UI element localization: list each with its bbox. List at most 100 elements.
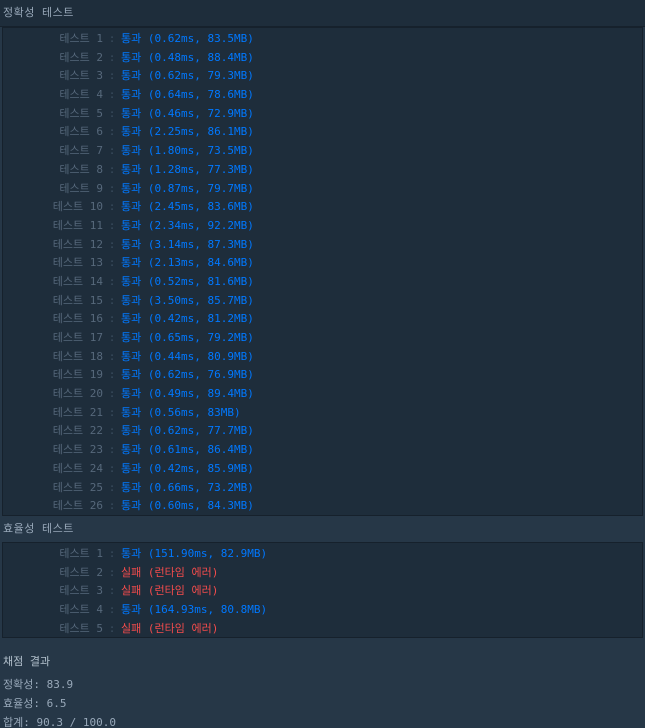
test-detail: (0.87ms, 79.7MB) bbox=[147, 181, 254, 195]
test-status: 통과 bbox=[121, 69, 142, 83]
test-detail: (0.42ms, 85.9MB) bbox=[147, 461, 254, 475]
test-detail: (런타임 에러) bbox=[147, 584, 219, 598]
test-status: 통과 bbox=[121, 237, 142, 251]
test-case-label: 테스트 15 bbox=[52, 293, 103, 307]
test-case-row: 테스트 23: 통과 (0.61ms, 86.4MB) bbox=[3, 441, 642, 460]
test-case-label: 테스트 13 bbox=[52, 256, 103, 270]
separator: : bbox=[108, 69, 116, 83]
test-case-label: 테스트 8 bbox=[59, 162, 103, 176]
efficiency-section-header: 효율성 테스트 bbox=[0, 516, 645, 542]
separator: : bbox=[108, 237, 116, 251]
test-status: 통과 bbox=[121, 331, 142, 344]
test-case-row: 테스트 19: 통과 (0.62ms, 76.9MB) bbox=[3, 366, 642, 385]
separator: : bbox=[108, 461, 116, 475]
separator: : bbox=[108, 88, 116, 102]
separator: : bbox=[108, 312, 116, 326]
test-case-row: 테스트 4: 통과 (164.93ms, 80.8MB) bbox=[3, 601, 642, 620]
test-case-label: 테스트 11 bbox=[52, 218, 103, 232]
separator: : bbox=[108, 405, 116, 419]
separator: : bbox=[108, 547, 116, 560]
test-case-label: 테스트 4 bbox=[59, 603, 103, 617]
separator: : bbox=[108, 443, 116, 457]
test-case-label: 테스트 10 bbox=[52, 200, 103, 214]
test-status: 통과 bbox=[121, 547, 142, 560]
separator: : bbox=[108, 200, 116, 214]
test-case-row: 테스트 26: 통과 (0.60ms, 84.3MB) bbox=[3, 497, 642, 516]
test-status: 통과 bbox=[121, 603, 142, 617]
test-detail: (0.62ms, 79.3MB) bbox=[147, 69, 254, 83]
test-status: 통과 bbox=[121, 125, 142, 139]
separator: : bbox=[108, 256, 116, 270]
test-detail: (0.62ms, 76.9MB) bbox=[147, 368, 254, 382]
efficiency-test-list: 테스트 1: 통과 (151.90ms, 82.9MB) 테스트 2: 실패 (런타임… bbox=[2, 542, 643, 638]
test-detail: (0.61ms, 86.4MB) bbox=[147, 443, 254, 457]
test-status: 통과 bbox=[121, 499, 142, 513]
test-case-row: 테스트 17: 통과 (0.65ms, 79.2MB) bbox=[3, 329, 642, 348]
test-case-row: 테스트 10: 통과 (2.45ms, 83.6MB) bbox=[3, 198, 642, 217]
test-status: 통과 bbox=[121, 88, 142, 102]
test-detail: (0.52ms, 81.6MB) bbox=[147, 274, 254, 288]
test-detail: (0.64ms, 78.6MB) bbox=[147, 88, 254, 102]
separator: : bbox=[108, 32, 116, 45]
test-detail: (런타임 에러) bbox=[147, 565, 219, 579]
test-case-row: 테스트 11: 통과 (2.34ms, 92.2MB) bbox=[3, 217, 642, 236]
test-case-row: 테스트 25: 통과 (0.66ms, 73.2MB) bbox=[3, 479, 642, 498]
test-detail: (2.25ms, 86.1MB) bbox=[147, 125, 254, 139]
test-case-label: 테스트 19 bbox=[52, 368, 103, 382]
separator: : bbox=[108, 480, 116, 494]
test-case-label: 테스트 5 bbox=[59, 106, 103, 120]
test-case-label: 테스트 1 bbox=[59, 32, 103, 45]
test-status: 통과 bbox=[121, 424, 142, 438]
separator: : bbox=[108, 499, 116, 513]
test-case-row: 테스트 7: 통과 (1.80ms, 73.5MB) bbox=[3, 142, 642, 161]
test-status: 통과 bbox=[121, 200, 142, 214]
test-case-label: 테스트 3 bbox=[59, 584, 103, 598]
separator: : bbox=[108, 603, 116, 617]
test-detail: (1.28ms, 77.3MB) bbox=[147, 162, 254, 176]
test-status: 통과 bbox=[121, 387, 142, 401]
separator: : bbox=[108, 424, 116, 438]
separator: : bbox=[108, 274, 116, 288]
test-detail: (0.66ms, 73.2MB) bbox=[147, 480, 254, 494]
test-case-label: 테스트 18 bbox=[52, 349, 103, 363]
test-case-row: 테스트 15: 통과 (3.50ms, 85.7MB) bbox=[3, 292, 642, 311]
test-detail: (런타임 에러) bbox=[147, 621, 219, 635]
test-detail: (0.46ms, 72.9MB) bbox=[147, 106, 254, 120]
test-detail: (0.62ms, 83.5MB) bbox=[147, 32, 254, 45]
test-case-label: 테스트 16 bbox=[52, 312, 103, 326]
test-case-label: 테스트 14 bbox=[52, 274, 103, 288]
test-case-label: 테스트 2 bbox=[59, 50, 103, 64]
test-status: 실패 bbox=[121, 565, 142, 579]
test-case-label: 테스트 1 bbox=[59, 547, 103, 560]
test-case-label: 테스트 4 bbox=[59, 88, 103, 102]
test-case-label: 테스트 7 bbox=[59, 144, 103, 158]
test-case-row: 테스트 4: 통과 (0.64ms, 78.6MB) bbox=[3, 86, 642, 105]
test-status: 통과 bbox=[121, 32, 142, 45]
separator: : bbox=[108, 349, 116, 363]
test-status: 통과 bbox=[121, 312, 142, 326]
test-detail: (0.65ms, 79.2MB) bbox=[147, 331, 254, 344]
accuracy-score: 정확성: 83.9 bbox=[3, 678, 74, 691]
test-case-row: 테스트 1: 통과 (0.62ms, 83.5MB) bbox=[3, 30, 642, 49]
test-status: 통과 bbox=[121, 162, 142, 176]
test-case-label: 테스트 20 bbox=[52, 387, 103, 401]
test-case-label: 테스트 23 bbox=[52, 443, 103, 457]
test-detail: (2.45ms, 83.6MB) bbox=[147, 200, 254, 214]
test-case-row: 테스트 6: 통과 (2.25ms, 86.1MB) bbox=[3, 123, 642, 142]
test-case-row: 테스트 3: 통과 (0.62ms, 79.3MB) bbox=[3, 67, 642, 86]
test-case-row: 테스트 5: 통과 (0.46ms, 72.9MB) bbox=[3, 105, 642, 124]
test-status: 통과 bbox=[121, 50, 142, 64]
test-detail: (3.50ms, 85.7MB) bbox=[147, 293, 254, 307]
test-detail: (1.80ms, 73.5MB) bbox=[147, 144, 254, 158]
separator: : bbox=[108, 331, 116, 344]
test-case-row: 테스트 20: 통과 (0.49ms, 89.4MB) bbox=[3, 385, 642, 404]
separator: : bbox=[108, 181, 116, 195]
separator: : bbox=[108, 162, 116, 176]
separator: : bbox=[108, 293, 116, 307]
test-case-row: 테스트 1: 통과 (151.90ms, 82.9MB) bbox=[3, 545, 642, 564]
test-case-label: 테스트 5 bbox=[59, 621, 103, 635]
grading-console: 정확성 테스트 테스트 1: 통과 (0.62ms, 83.5MB) 테스트 2: 통… bbox=[0, 0, 645, 728]
test-detail: (151.90ms, 82.9MB) bbox=[147, 547, 268, 560]
test-case-label: 테스트 2 bbox=[59, 565, 103, 579]
test-case-label: 테스트 3 bbox=[59, 69, 103, 83]
